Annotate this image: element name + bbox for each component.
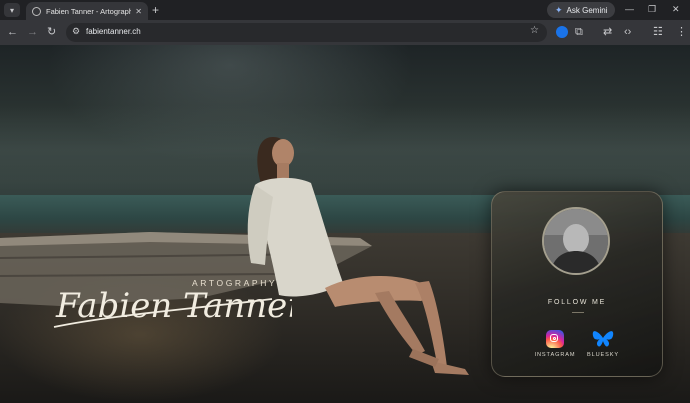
gemini-sparkle-icon: ✦: [555, 4, 563, 15]
extension-shield-icon[interactable]: [556, 26, 568, 38]
close-icon[interactable]: ✕: [135, 7, 142, 16]
brand-subtitle: ARTOGRAPHY: [192, 278, 278, 288]
hero-section: Fabien Tanner ARTOGRAPHY FOLLOW ME INSTA…: [0, 45, 690, 403]
minimize-icon[interactable]: —: [625, 3, 634, 15]
bluesky-butterfly-icon: [592, 331, 614, 347]
devtools-code-icon[interactable]: ‹›: [624, 26, 631, 39]
model-photo: [247, 137, 469, 375]
bookmark-star-icon[interactable]: ☆: [530, 25, 539, 36]
bluesky-label: BLUESKY: [586, 352, 620, 358]
tab-strip: ▾ Fabien Tanner - Artography ✕ + ✦ Ask G…: [0, 0, 690, 20]
divider: [572, 312, 584, 313]
follow-me-label: FOLLOW ME: [547, 299, 607, 306]
instagram-link[interactable]: INSTAGRAM: [530, 330, 580, 358]
ask-gemini-label: Ask Gemini: [566, 5, 608, 15]
tab-title: Fabien Tanner - Artography: [46, 6, 132, 16]
instagram-icon: [546, 330, 564, 348]
avatar-photo: [544, 209, 608, 273]
globe-icon: [32, 6, 41, 16]
chevron-down-icon: ▾: [9, 5, 14, 15]
bluesky-link[interactable]: BLUESKY: [578, 330, 628, 358]
reload-icon[interactable]: ↻: [47, 26, 56, 39]
tab-active[interactable]: Fabien Tanner - Artography ✕: [26, 2, 148, 20]
translate-icon[interactable]: ⇄: [603, 26, 612, 39]
profile-icon[interactable]: ☷: [653, 26, 663, 39]
address-bar[interactable]: ⚙ fabientanner.ch ☆: [66, 23, 547, 42]
new-tab-button[interactable]: +: [152, 3, 159, 17]
tab-search-button[interactable]: ▾: [4, 3, 20, 17]
site-info-icon[interactable]: ⚙: [72, 26, 80, 37]
url-text[interactable]: fabientanner.ch: [86, 27, 141, 36]
back-arrow-icon[interactable]: ←: [7, 26, 18, 39]
restore-icon[interactable]: ❐: [648, 3, 656, 15]
instagram-label: INSTAGRAM: [534, 352, 576, 358]
follow-card: FOLLOW ME INSTAGRAM BLUESKY: [491, 191, 663, 377]
forward-arrow-icon[interactable]: →: [27, 26, 38, 39]
close-window-icon[interactable]: ✕: [672, 3, 680, 15]
more-menu-icon[interactable]: ⋮: [676, 26, 687, 39]
avatar: [542, 207, 610, 275]
extensions-puzzle-icon[interactable]: ⧉: [575, 26, 583, 39]
ask-gemini-button[interactable]: ✦ Ask Gemini: [547, 2, 616, 18]
